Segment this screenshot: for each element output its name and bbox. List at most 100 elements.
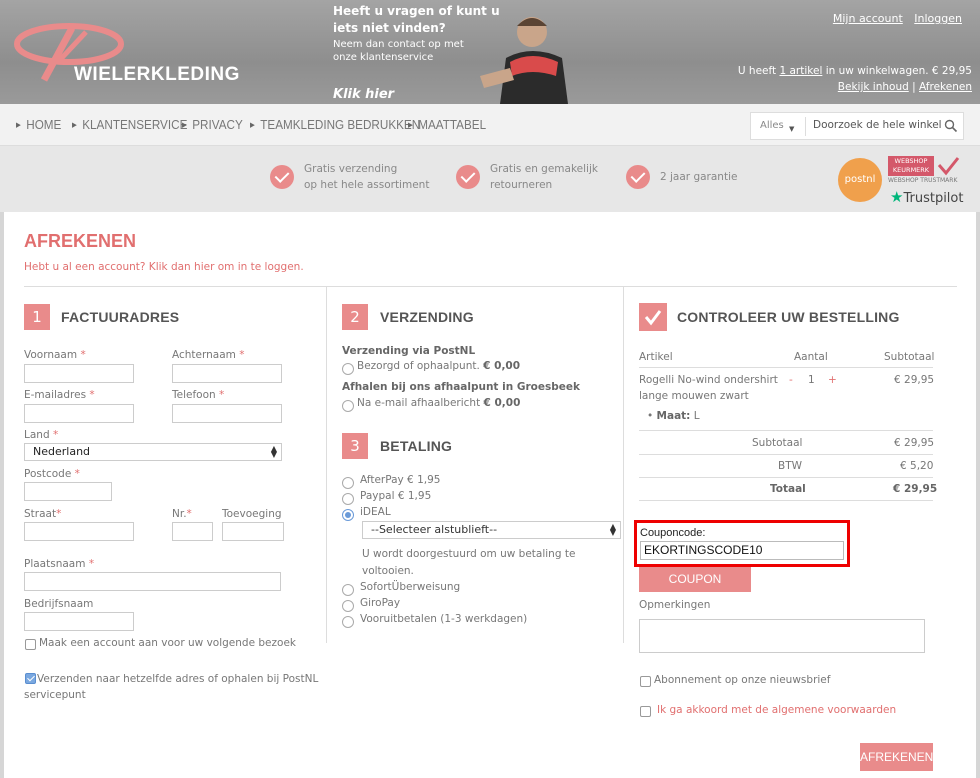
option-price: € 0,00 bbox=[483, 397, 521, 409]
terms-checkbox[interactable] bbox=[640, 706, 651, 717]
remarks-label: Opmerkingen bbox=[639, 599, 711, 611]
email-label: E-mailadres * bbox=[24, 389, 95, 401]
label-text: E-mailadres bbox=[24, 389, 87, 401]
promo-link[interactable]: Klik hier bbox=[333, 87, 394, 102]
view-cart-link[interactable]: Bekijk inhoud bbox=[838, 81, 909, 93]
search-bar: Alles ▼ Doorzoek de hele winkel bbox=[750, 112, 964, 140]
shipping-postnl-label: Bezorgd of ophaalpunt. € 0,00 bbox=[357, 360, 520, 372]
cart-count-link[interactable]: 1 artikel bbox=[779, 65, 822, 77]
country-value: Nederland bbox=[33, 445, 91, 458]
page-title: AFREKENEN bbox=[24, 231, 137, 251]
postnl-badge[interactable]: postnl bbox=[838, 158, 882, 202]
payment-ideal-radio[interactable] bbox=[342, 509, 354, 521]
country-select[interactable]: Nederland ▲ ▼ bbox=[24, 443, 282, 461]
cart-links: Bekijk inhoud | Afrekenen bbox=[838, 81, 972, 93]
webshop-keurmerk-badge[interactable]: WEBSHOP KEURMERK WEBSHOP TRUSTMARK bbox=[888, 156, 962, 186]
apply-coupon-button[interactable]: COUPON GEBRUIKEN bbox=[639, 567, 751, 611]
payment-paypal-radio[interactable] bbox=[342, 493, 354, 505]
search-category-select[interactable]: Alles bbox=[760, 120, 784, 131]
usp-line: 2 jaar garantie bbox=[660, 171, 738, 183]
payment-afterpay-radio[interactable] bbox=[342, 477, 354, 489]
trustpilot-badge[interactable]: ★Trustpilot bbox=[890, 188, 963, 206]
select-arrows-icon: ▲ ▼ bbox=[609, 522, 616, 537]
street-field[interactable] bbox=[24, 522, 134, 541]
nav-klantenservice[interactable]: KLANTENSERVICE bbox=[72, 117, 187, 132]
checkout-link[interactable]: Afrekenen bbox=[919, 81, 972, 93]
redirect-note-line: U wordt doorgestuurd om uw betaling te bbox=[362, 548, 576, 560]
label-text: Voornaam bbox=[24, 349, 78, 361]
payment-giropay-label: GiroPay bbox=[360, 597, 401, 609]
item-option: • Maat: L bbox=[647, 410, 700, 422]
required-mark: * bbox=[74, 468, 80, 480]
shipping-postnl-radio[interactable] bbox=[342, 363, 354, 375]
addition-label: Toevoeging bbox=[222, 508, 282, 520]
city-label: Plaatsnaam * bbox=[24, 558, 94, 570]
nav-privacy[interactable]: PRIVACY bbox=[182, 117, 242, 132]
newsletter-checkbox[interactable] bbox=[640, 676, 651, 687]
usp-line: Gratis verzending bbox=[304, 163, 398, 175]
payment-sofort-radio[interactable] bbox=[342, 584, 354, 596]
ideal-bank-select[interactable]: --Selecteer alstublieft-- ▲ ▼ bbox=[362, 521, 621, 539]
nav-home[interactable]: HOME bbox=[16, 117, 61, 132]
coupon-highlight: Couponcode: EKORTINGSCODE10 bbox=[634, 520, 850, 567]
label-text: Land bbox=[24, 429, 50, 441]
column-divider bbox=[623, 287, 624, 643]
tax-value: € 5,20 bbox=[900, 460, 934, 472]
house-number-field[interactable] bbox=[172, 522, 213, 541]
postcode-field[interactable] bbox=[24, 482, 112, 501]
search-icon[interactable] bbox=[944, 119, 958, 133]
city-field[interactable] bbox=[24, 572, 281, 591]
my-account-link[interactable]: Mijn account bbox=[833, 12, 903, 25]
email-field[interactable] bbox=[24, 404, 134, 423]
table-divider bbox=[639, 367, 933, 368]
required-mark: * bbox=[88, 558, 95, 570]
nav-teamkleding[interactable]: TEAMKLEDING BEDRUKKEN bbox=[250, 117, 420, 132]
cart-suffix: in uw winkelwagen. € 29,95 bbox=[825, 65, 972, 77]
login-link[interactable]: Inloggen bbox=[914, 12, 962, 25]
required-mark: * bbox=[219, 389, 225, 401]
payment-prepay-radio[interactable] bbox=[342, 616, 354, 628]
search-input[interactable]: Doorzoek de hele winkel bbox=[813, 119, 942, 131]
first-name-field[interactable] bbox=[24, 364, 134, 383]
phone-field[interactable] bbox=[172, 404, 282, 423]
total-value: € 29,95 bbox=[893, 483, 938, 495]
create-account-checkbox[interactable] bbox=[25, 639, 36, 650]
label-text: Plaatsnaam bbox=[24, 558, 86, 570]
keurmerk-sub: WEBSHOP TRUSTMARK bbox=[888, 177, 958, 184]
check-icon bbox=[626, 165, 650, 189]
postcode-label: Postcode * bbox=[24, 468, 80, 480]
terms-link[interactable]: Ik ga akkoord met de algemene voorwaarde… bbox=[657, 704, 896, 716]
label-text: Straat bbox=[24, 508, 57, 520]
street-label: Straat* bbox=[24, 508, 61, 520]
redirect-note-line: voltooien. bbox=[362, 565, 414, 577]
qty-value: 1 bbox=[808, 374, 815, 386]
site-header: WIELERKLEDING Heeft u vragen of kunt u i… bbox=[0, 0, 980, 104]
table-divider bbox=[639, 454, 933, 455]
nav-maattabel[interactable]: MAATTABEL bbox=[408, 117, 486, 132]
addition-field[interactable] bbox=[222, 522, 284, 541]
column-divider bbox=[326, 287, 327, 643]
coupon-input[interactable]: EKORTINGSCODE10 bbox=[640, 541, 844, 560]
last-name-field[interactable] bbox=[172, 364, 282, 383]
review-title: CONTROLEER UW BESTELLING bbox=[677, 309, 900, 325]
item-name: lange mouwen zwart bbox=[639, 390, 749, 402]
option-label: Maat: bbox=[656, 410, 691, 422]
billing-title: FACTUURADRES bbox=[61, 309, 180, 325]
newsletter-label: Abonnement op onze nieuwsbrief bbox=[654, 674, 831, 686]
col-qty-header: Aantal bbox=[794, 351, 828, 363]
shipping-pickup-label: Na e-mail afhaalbericht € 0,00 bbox=[357, 397, 520, 409]
payment-giropay-radio[interactable] bbox=[342, 600, 354, 612]
logo-text[interactable]: WIELERKLEDING bbox=[74, 64, 240, 86]
phone-label: Telefoon * bbox=[172, 389, 224, 401]
table-divider bbox=[639, 477, 933, 478]
item-price: € 29,95 bbox=[894, 374, 935, 386]
chevron-down-icon[interactable]: ▼ bbox=[789, 125, 794, 133]
qty-decrease-button[interactable]: - bbox=[789, 374, 793, 386]
remarks-textarea[interactable] bbox=[639, 619, 925, 653]
keurmerk-line: KEURMERK bbox=[892, 166, 930, 174]
login-hint-link[interactable]: Hebt u al een account? Klik dan hier om … bbox=[24, 261, 304, 273]
checkout-submit-button[interactable]: AFREKENEN bbox=[860, 743, 933, 771]
qty-increase-button[interactable]: + bbox=[828, 374, 837, 386]
company-field[interactable] bbox=[24, 612, 134, 631]
shipping-pickup-radio[interactable] bbox=[342, 400, 354, 412]
